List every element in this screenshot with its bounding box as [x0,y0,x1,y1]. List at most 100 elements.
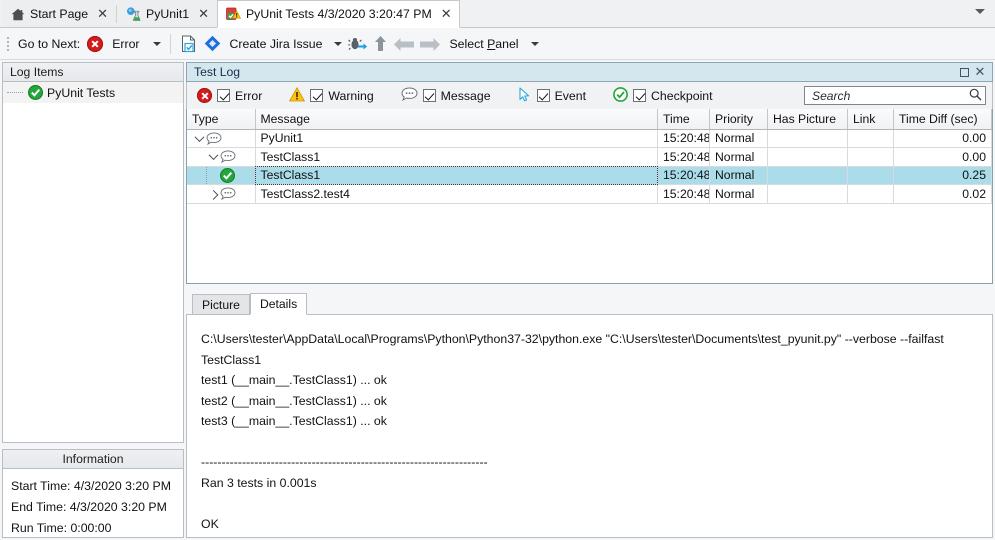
flask-icon [126,7,141,21]
test-log-caption: Test Log ✕ [186,62,993,82]
search-box[interactable] [804,86,986,105]
cell-time: 15:20:48 [658,166,710,185]
details-content[interactable]: C:\Users\tester\AppData\Local\Programs\P… [186,314,993,538]
filter-error[interactable]: Error [197,88,262,103]
export-bug-button[interactable] [345,31,371,57]
maximize-icon[interactable] [956,64,972,80]
tab-details[interactable]: Details [250,293,307,315]
back-button[interactable] [390,31,416,57]
add-log-item-icon [180,35,198,53]
tree-item-pyunit-tests[interactable]: PyUnit Tests [3,82,183,104]
cell-link [848,148,894,167]
close-icon[interactable]: ✕ [972,64,988,80]
details-line: test1 (__main__.TestClass1) ... ok [201,370,980,391]
details-line: C:\Users\tester\AppData\Local\Programs\P… [201,329,980,370]
column-header-time[interactable]: Time [658,109,710,129]
column-header-priority[interactable]: Priority [710,109,768,129]
event-icon [518,87,532,105]
run-time-line: Run Time: 0:00:00 [11,518,175,539]
push-up-icon [374,35,387,52]
chevron-down-icon [194,132,204,142]
details-line [201,493,980,514]
table-row[interactable]: TestClass1 15:20:48 Normal 0.00 [187,148,992,167]
main-area: Log Items PyUnit Tests Information Start… [0,60,995,540]
table-row[interactable]: TestClass2.test4 15:20:48 Normal 0.02 [187,185,992,204]
filter-message[interactable]: Message [401,87,491,104]
goto-next-dropdown-button[interactable] [147,31,164,57]
column-header-type[interactable]: Type [187,109,255,129]
right-pane: Test Log ✕ Error Warning [186,60,995,540]
cell-time-diff: 0.25 [894,166,992,185]
caret-down-icon [334,42,342,46]
forward-button[interactable] [416,31,442,57]
close-icon[interactable]: ✕ [441,8,452,21]
push-up-button[interactable] [371,31,390,57]
select-panel-label: Select Panel [445,37,522,51]
tab-pyunit1[interactable]: PyUnit1 ✕ [117,0,217,27]
add-log-item-button[interactable] [177,31,201,57]
cell-time-diff: 0.00 [894,129,992,148]
column-header-message[interactable]: Message [255,109,658,129]
goto-next-error-button[interactable]: Error [84,31,146,57]
cell-priority: Normal [710,148,768,167]
cell-type[interactable] [187,129,255,148]
caret-down-icon [531,42,539,46]
details-line [201,432,980,453]
filter-message-checkbox[interactable] [423,89,436,102]
filter-checkpoint-checkbox[interactable] [633,89,646,102]
filter-event-checkbox[interactable] [537,89,550,102]
export-bug-icon [348,35,368,52]
tab-pyunit-tests-log[interactable]: PyUnit Tests 4/3/2020 3:20:47 PM ✕ [217,0,460,28]
cell-type[interactable] [187,148,255,167]
filter-message-label: Message [441,89,491,103]
column-header-time-diff[interactable]: Time Diff (sec) [894,109,992,129]
table-header-row: Type Message Time Priority Has Picture L… [187,109,992,129]
column-header-link[interactable]: Link [848,109,894,129]
toolbar-grip[interactable] [4,35,12,53]
cell-time: 15:20:48 [658,185,710,204]
toolbar: Go to Next: Error Create Jira Issue [0,28,995,60]
filter-checkpoint[interactable]: Checkpoint [613,87,713,105]
filter-warning[interactable]: Warning [289,87,373,105]
filter-event-label: Event [555,89,586,103]
tab-start-page[interactable]: Start Page ✕ [2,0,116,27]
message-icon [220,150,236,163]
toolbar-separator [170,34,171,54]
details-line: test3 (__main__.TestClass1) ... ok [201,411,980,432]
goto-next-label: Go to Next: [14,37,84,51]
create-jira-issue-button[interactable]: Create Jira Issue [201,31,346,57]
caret-down-icon [153,42,161,46]
close-icon[interactable]: ✕ [198,8,209,21]
details-tab-bar: Picture Details [186,292,993,314]
cell-has-picture [768,166,848,185]
filter-event[interactable]: Event [518,87,586,105]
chevron-down-icon[interactable] [975,9,985,14]
expander-toggle[interactable] [206,148,220,166]
select-panel-button[interactable]: Select Panel [442,31,541,57]
expander-toggle[interactable] [206,185,220,203]
cell-message: PyUnit1 [255,129,658,148]
table-row[interactable]: PyUnit1 15:20:48 Normal 0.00 [187,129,992,148]
column-header-has-picture[interactable]: Has Picture [768,109,848,129]
cell-type[interactable] [187,166,255,185]
checkpoint-icon [613,87,628,105]
tab-strip: Start Page ✕ PyUnit1 ✕ PyUni [0,0,995,28]
search-input[interactable] [810,88,969,104]
tab-picture[interactable]: Picture [192,294,250,314]
table-row[interactable]: TestClass1 15:20:48 Normal 0.25 [187,166,992,185]
log-items-tree[interactable]: PyUnit Tests [2,81,184,443]
expander-toggle[interactable] [192,130,206,148]
cell-time-diff: 0.02 [894,185,992,204]
log-table[interactable]: Type Message Time Priority Has Picture L… [186,109,993,284]
information-title: Information [2,449,184,468]
message-icon [206,132,222,145]
filter-error-checkbox[interactable] [217,89,230,102]
error-label: Error [108,37,143,51]
cell-message: TestClass1 [255,166,658,185]
create-jira-issue-label: Create Jira Issue [226,37,327,51]
close-icon[interactable]: ✕ [97,8,108,21]
cell-type[interactable] [187,185,255,204]
filter-warning-checkbox[interactable] [310,89,323,102]
cell-priority: Normal [710,185,768,204]
search-icon[interactable] [969,88,982,104]
